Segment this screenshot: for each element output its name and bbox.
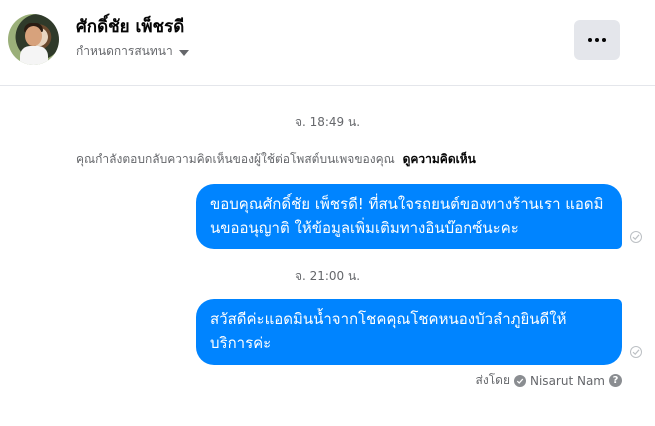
help-question-icon[interactable]: ? [609,374,622,387]
message-timestamp: จ. 21:00 น. [294,269,361,283]
more-options-button[interactable] [574,20,620,60]
sent-check-icon [630,346,642,358]
sent-check-icon [630,231,642,243]
sent-by-label: ส่งโดย [475,373,510,387]
conversation-settings-dropdown[interactable]: กำหนดการสนทนา [76,42,189,61]
conversation-settings-label: กำหนดการสนทนา [76,44,173,58]
sent-message-bubble[interactable]: สวัสดีค่ะแอดมินน้ำจากโชคคุณโชคหนองบัวลำภ… [196,299,622,365]
contact-name[interactable]: ศักดิ์ชัย เพ็ชรดี [76,13,184,40]
more-horizontal-icon [588,38,606,42]
caret-down-icon [178,49,189,56]
message-timestamp: จ. 18:49 น. [294,115,361,129]
sent-by-name[interactable]: Nisarut Nam [530,374,605,388]
verified-check-icon [514,374,526,387]
sent-by-row: ส่งโดย Nisarut Nam ? [0,371,622,390]
view-comment-link[interactable]: ดูความคิดเห็น [403,152,476,166]
reply-context-note: คุณกำลังตอบกลับความคิดเห็นของผู้ใช้ต่อโพ… [76,150,476,169]
contact-avatar[interactable] [8,14,59,65]
sent-message-bubble[interactable]: ขอบคุณศักดิ์ชัย เพ็ชรดี! ที่สนใจรถยนต์ขอ… [196,184,622,249]
reply-context-text: คุณกำลังตอบกลับความคิดเห็นของผู้ใช้ต่อโพ… [76,152,395,166]
conversation-header: ศักดิ์ชัย เพ็ชรดี กำหนดการสนทนา [0,0,655,86]
